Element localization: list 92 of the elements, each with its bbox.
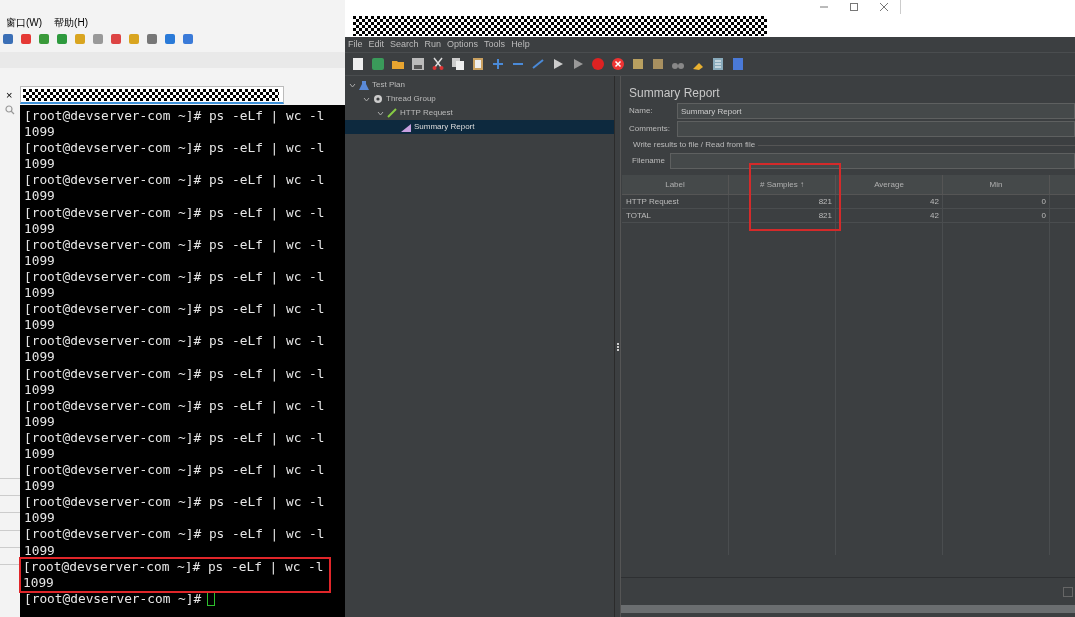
command-output: 1099 [24,124,56,141]
scissors-icon[interactable] [431,57,445,71]
menu-item[interactable]: Options [447,37,479,52]
field-label: Comments: [629,123,671,135]
list-icon[interactable] [711,57,725,71]
terminal-tab[interactable] [20,86,285,104]
command-output: 1099 [24,542,56,559]
square-icon[interactable] [38,33,50,45]
command-line: [root@devserver-com ~]# ps -eLf | wc -l [24,236,326,253]
cursor [207,591,216,607]
command-line: [root@devserver-com ~]# ps -eLf | wc -l [24,301,326,318]
command-output: 1099 [24,188,56,205]
plus-icon[interactable] [491,57,505,71]
column-header[interactable]: Label [622,175,729,194]
table-cell-text: 0 [1040,195,1047,208]
menu-item[interactable]: Tools [484,37,506,52]
command-output: 1099 [24,478,56,495]
tree-item[interactable]: Summary Report [345,120,614,134]
column-header[interactable]: Average [836,175,943,194]
command-output: 1099 [24,510,56,527]
command-line: [root@devserver-com ~]# ps -eLf | wc -l [24,365,326,382]
menu-item[interactable]: 帮助(H) [54,15,88,30]
checkbox[interactable] [1063,586,1073,597]
play-outline-icon[interactable] [571,57,585,71]
menu-item[interactable]: Help [511,37,530,52]
command-output: 1099 [24,220,56,237]
tree-item[interactable]: Test Plan [345,78,614,92]
section-title: Write results to file / Read from file [632,139,756,151]
command-line: [root@devserver-com ~]# ps -eLf | wc -l [24,397,326,414]
menu-item[interactable]: Search [390,37,419,52]
command-output: 1099 [24,156,56,173]
command-line: [root@devserver-com ~]# ps -eLf | wc -l [24,140,326,157]
menu-item[interactable]: File [348,37,363,52]
gear-icon [373,94,383,104]
command-output: 1099 [24,285,56,302]
command-line: [root@devserver-com ~]# ps -eLf | wc -l [24,462,326,479]
command-line: [root@devserver-com ~]# ps -eLf | wc -l [24,526,326,543]
command-line: [root@devserver-com ~]# ps -eLf | wc -l [24,494,326,511]
copy-icon[interactable] [451,57,465,71]
flask-icon [359,80,369,90]
chevron-down-icon[interactable] [377,109,384,117]
table-cell-text: 821 [817,195,833,208]
command-output: 1099 [24,413,56,430]
search-icon [5,105,15,115]
menu-item[interactable]: Edit [368,37,385,52]
chevron-down-icon[interactable] [363,95,370,103]
command-line: [root@devserver-com ~]# ps -eLf | wc -l [24,172,326,189]
command-line: [root@devserver-com ~]# ps -eLf | wc -l [24,268,326,286]
chart-icon [401,122,411,132]
command-output: 1099 [24,349,56,366]
clipboard-icon[interactable] [471,57,485,71]
command-line: [root@devserver-com ~]# ps -eLf | wc -l [23,558,325,575]
table-cell-text: HTTP Request [625,195,680,208]
table-cell-text: 0 [1040,209,1047,222]
text-field[interactable]: Summary Report [677,103,1075,119]
tree-item[interactable]: Thread Group [345,92,614,106]
command-output: 1099 [24,252,56,269]
new-file-icon[interactable] [351,57,365,71]
tree-item[interactable]: HTTP Request [345,106,614,120]
stop-icon[interactable] [591,57,605,71]
panel-title: Summary Report [628,85,721,101]
text-field[interactable] [670,153,1075,169]
close-icon[interactable] [880,3,888,11]
column-header[interactable]: # Samples ↑ [729,175,836,194]
command-line: [root@devserver-com ~]# ps -eLf | wc -l [24,108,326,125]
chevron-down-icon[interactable] [349,81,356,89]
splitter-handle-icon[interactable] [616,342,619,351]
column-header[interactable]: Min [943,175,1050,194]
command-output: 1099 [24,381,56,398]
close-tab-button[interactable]: × [6,89,13,101]
shell-prompt: [root@devserver-com ~]# [24,590,202,607]
save-icon[interactable] [411,57,425,71]
command-line: [root@devserver-com ~]# ps -eLf | wc -l [24,204,326,221]
field-label: Filename [631,155,666,167]
toggle-icon[interactable] [531,57,545,71]
menu-item[interactable]: Run [424,37,442,52]
command-line: [root@devserver-com ~]# ps -eLf | wc -l [24,429,326,446]
cancel-icon[interactable] [611,57,625,71]
command-output: 1099 [23,574,55,591]
command-output: 1099 [24,445,56,463]
table-cell-text: 42 [929,195,940,208]
table-cell-text: 821 [817,209,833,222]
table-cell-text: 42 [929,209,940,222]
text-field[interactable] [677,121,1075,137]
field-label: Name: [629,105,654,117]
play-icon[interactable] [551,57,565,71]
command-line: [root@devserver-com ~]# ps -eLf | wc -l [24,333,326,350]
table-cell-text: TOTAL [625,209,653,222]
scroll-bar[interactable] [621,605,1075,613]
maximize-icon[interactable] [850,3,858,11]
menu-item[interactable]: 窗口(W) [6,15,43,30]
command-output: 1099 [24,317,56,334]
